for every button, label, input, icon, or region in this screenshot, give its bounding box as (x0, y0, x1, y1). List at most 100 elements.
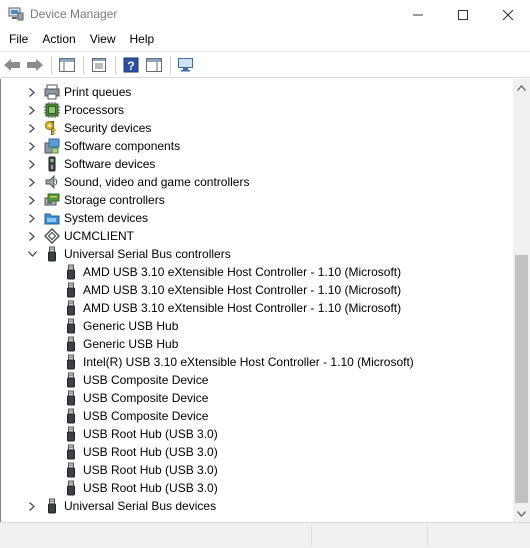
maximize-icon (457, 9, 468, 20)
menu-action[interactable]: Action (35, 29, 82, 50)
device-tree[interactable]: Print queues Processors Security devices So… (0, 79, 513, 522)
tree-item-label: Software devices (64, 157, 156, 171)
tree-item-label: Generic USB Hub (83, 337, 179, 351)
key-icon (44, 120, 60, 136)
usb-icon (63, 336, 79, 352)
tree-category-item[interactable]: Processors (1, 101, 513, 119)
tree-category-item[interactable]: Universal Serial Bus controllers (1, 245, 513, 263)
expand-chevron-right-icon[interactable] (27, 497, 37, 515)
toolbar-separator (83, 55, 84, 74)
usb-icon (63, 264, 79, 280)
tree-category-item[interactable]: Sound, video and game controllers (1, 173, 513, 191)
tree-device-item[interactable]: Intel(R) USB 3.10 eXtensible Host Contro… (1, 353, 513, 371)
tree-device-item[interactable]: Generic USB Hub (1, 317, 513, 335)
properties-button[interactable] (89, 55, 109, 75)
expand-chevron-right-icon[interactable] (27, 137, 37, 155)
printer-icon (44, 84, 60, 100)
back-button[interactable] (2, 55, 22, 75)
vertical-scrollbar[interactable] (513, 79, 530, 522)
usb-icon (63, 318, 79, 334)
usb-icon (63, 408, 79, 424)
close-icon (502, 9, 513, 20)
tree-category-item[interactable]: Universal Serial Bus devices (1, 497, 513, 515)
tree-category-item[interactable]: Security devices (1, 119, 513, 137)
menu-view[interactable]: View (83, 29, 123, 50)
scan-hardware-button[interactable] (176, 55, 196, 75)
tree-item-label: AMD USB 3.10 eXtensible Host Controller … (83, 265, 402, 279)
expand-chevron-right-icon[interactable] (27, 119, 37, 137)
tree-item-label: Universal Serial Bus controllers (64, 247, 231, 261)
tree-device-item[interactable]: USB Root Hub (USB 3.0) (1, 461, 513, 479)
toolbar-separator (170, 55, 171, 74)
tree-item-label: USB Root Hub (USB 3.0) (83, 463, 218, 477)
tree-device-item[interactable]: Generic USB Hub (1, 335, 513, 353)
tree-category-item[interactable]: Print queues (1, 83, 513, 101)
tree-device-item[interactable]: USB Composite Device (1, 389, 513, 407)
tree-item-label: Security devices (64, 121, 152, 135)
tree-category-item[interactable]: System devices (1, 209, 513, 227)
tree-item-label: USB Composite Device (83, 391, 209, 405)
toolbar-separator (51, 55, 52, 74)
minimize-button[interactable] (395, 0, 440, 29)
tree-item-label: USB Composite Device (83, 409, 209, 423)
expand-chevron-right-icon[interactable] (27, 173, 37, 191)
speaker-icon (44, 174, 60, 190)
tree-item-label: Print queues (64, 85, 132, 99)
title-bar[interactable]: Device Manager (0, 0, 530, 29)
tree-item-label: Intel(R) USB 3.10 eXtensible Host Contro… (83, 355, 414, 369)
tree-device-item[interactable]: AMD USB 3.10 eXtensible Host Controller … (1, 299, 513, 317)
tree-category-item[interactable]: Software components (1, 137, 513, 155)
expand-chevron-right-icon[interactable] (27, 155, 37, 173)
expand-chevron-right-icon[interactable] (27, 227, 37, 245)
forward-button[interactable] (25, 55, 45, 75)
tree-category-item[interactable]: UCMCLIENT (1, 227, 513, 245)
tree-device-item[interactable]: USB Root Hub (USB 3.0) (1, 479, 513, 497)
expand-chevron-right-icon[interactable] (27, 83, 37, 101)
menu-help[interactable]: Help (123, 29, 162, 50)
maximize-button[interactable] (440, 0, 485, 29)
tree-category-item[interactable]: Storage controllers (1, 191, 513, 209)
tree-item-label: AMD USB 3.10 eXtensible Host Controller … (83, 283, 402, 297)
action-pane-button[interactable] (144, 55, 164, 75)
toolbar: ? (0, 51, 530, 78)
tree-device-item[interactable]: USB Root Hub (USB 3.0) (1, 443, 513, 461)
device-icon (44, 156, 60, 172)
usb-icon (63, 480, 79, 496)
scroll-up-arrow[interactable] (513, 79, 530, 96)
tree-item-label: Universal Serial Bus devices (64, 499, 217, 513)
tree-device-item[interactable]: USB Composite Device (1, 407, 513, 425)
expand-chevron-down-icon[interactable] (27, 245, 37, 263)
usb-icon (63, 300, 79, 316)
tree-device-item[interactable]: USB Root Hub (USB 3.0) (1, 425, 513, 443)
chevron-up-icon (517, 84, 526, 91)
scrollbar-thumb[interactable] (515, 255, 528, 503)
chevron-down-icon (517, 510, 526, 517)
processor-icon (44, 102, 60, 118)
svg-text:?: ? (127, 59, 134, 73)
tree-item-label: Software components (64, 139, 181, 153)
close-button[interactable] (485, 0, 530, 29)
tree-category-item[interactable]: Software devices (1, 155, 513, 173)
device-manager-icon (8, 7, 24, 21)
tree-device-item[interactable]: AMD USB 3.10 eXtensible Host Controller … (1, 281, 513, 299)
tree-device-item[interactable]: AMD USB 3.10 eXtensible Host Controller … (1, 263, 513, 281)
tree-item-label: UCMCLIENT (64, 229, 135, 243)
expand-chevron-right-icon[interactable] (27, 209, 37, 227)
ucm-icon (44, 228, 60, 244)
expand-chevron-right-icon[interactable] (27, 191, 37, 209)
scan-hardware-icon (178, 57, 193, 71)
scroll-down-arrow[interactable] (513, 505, 530, 522)
expand-chevron-right-icon[interactable] (27, 101, 37, 119)
usb-icon (63, 462, 79, 478)
menu-file[interactable]: File (0, 29, 35, 50)
usb-icon (63, 354, 79, 370)
usb-icon (63, 282, 79, 298)
tree-item-label: System devices (64, 211, 149, 225)
status-segment (311, 526, 312, 545)
usb-icon (44, 246, 60, 262)
help-icon: ? (123, 57, 139, 73)
tree-device-item[interactable]: USB Composite Device (1, 371, 513, 389)
help-button[interactable]: ? (121, 55, 141, 75)
usb-icon (63, 390, 79, 406)
show-hide-console-tree-button[interactable] (57, 55, 77, 75)
